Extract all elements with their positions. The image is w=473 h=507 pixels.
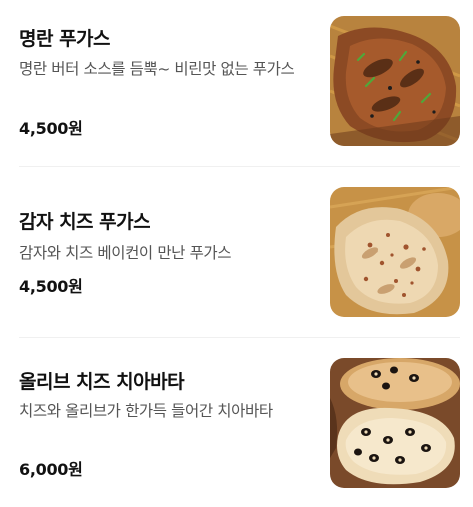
menu-item-price: 6,000원 xyxy=(19,460,83,479)
menu-item-photo xyxy=(330,358,460,488)
menu-item-name: 명란 푸가스 xyxy=(19,28,111,50)
ciabatta-image xyxy=(330,358,460,488)
divider xyxy=(19,337,460,338)
menu-item-photo xyxy=(330,187,460,317)
menu-item-name: 감자 치즈 푸가스 xyxy=(19,211,151,233)
menu-item-price: 4,500원 xyxy=(19,119,83,138)
menu-item-price: 4,500원 xyxy=(19,277,83,296)
menu-item-photo xyxy=(330,16,460,146)
menu-item-description: 치즈와 올리브가 한가득 들어간 치아바타 xyxy=(19,402,273,420)
menu-list: 명란 푸가스 명란 버터 소스를 듬뿍~ 비린맛 없는 푸가스 4,500원 감… xyxy=(0,0,473,507)
menu-item-name: 올리브 치즈 치아바타 xyxy=(19,371,185,393)
menu-item-description: 감자와 치즈 베이컨이 만난 푸가스 xyxy=(19,244,232,262)
fougasse-image xyxy=(330,187,460,317)
menu-item-description: 명란 버터 소스를 듬뿍~ 비린맛 없는 푸가스 xyxy=(19,60,295,78)
divider xyxy=(19,166,460,167)
fougasse-image xyxy=(330,16,460,146)
